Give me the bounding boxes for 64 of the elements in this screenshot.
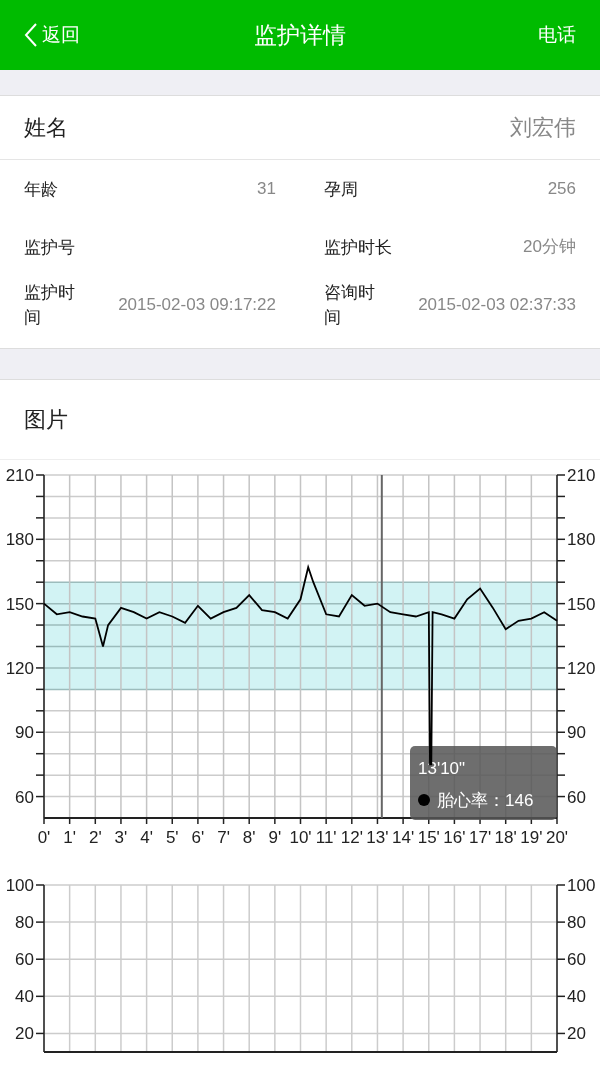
axis-label: 90 <box>15 723 34 743</box>
axis-label: 180 <box>5 530 34 550</box>
field-value: 2015-02-03 09:17:22 <box>118 294 276 317</box>
section-title: 图片 <box>24 406 68 434</box>
axis-label: 13' <box>366 828 389 847</box>
field-label: 监护号 <box>24 236 75 259</box>
axis-label: 40 <box>567 987 586 1007</box>
field-label: 孕周 <box>324 178 358 201</box>
field-label: 姓名 <box>24 114 68 142</box>
axis-label: 150 <box>5 594 34 614</box>
axis-label: 60 <box>15 787 34 807</box>
back-button[interactable]: 返回 <box>24 20 80 50</box>
field-value: 20分钟 <box>523 236 576 259</box>
axis-label: 0' <box>37 828 51 847</box>
back-chevron-icon <box>24 22 38 48</box>
series-dot-icon <box>418 793 430 806</box>
axis-label: 180 <box>567 530 596 550</box>
tooltip-time: 13'10" <box>418 758 466 778</box>
axis-label: 20 <box>15 1024 34 1044</box>
axis-label: 120 <box>567 658 596 678</box>
page-title: 监护详情 <box>254 20 346 50</box>
axis-label: 7' <box>217 828 230 847</box>
axis-label: 2' <box>88 828 102 847</box>
axis-label: 20' <box>545 828 569 847</box>
axis-label: 19' <box>520 828 543 847</box>
axis-label: 18' <box>494 828 517 847</box>
axis-label: 10' <box>289 828 312 847</box>
axis-label: 100 <box>5 876 34 895</box>
axis-label: 40 <box>15 987 34 1007</box>
axis-label: 60 <box>15 950 34 970</box>
axis-label: 20 <box>567 1024 586 1044</box>
field-label: 监护时长 <box>324 236 392 259</box>
axis-label: 60 <box>567 950 586 970</box>
axis-label: 16' <box>443 828 466 847</box>
axis-label: 5' <box>165 828 179 847</box>
tooltip-reading: 胎心率：146 <box>437 790 534 810</box>
field-value: 256 <box>547 178 576 201</box>
field-value: 31 <box>257 178 276 201</box>
axis-label: 210 <box>567 466 596 485</box>
axis-label: 3' <box>114 828 128 847</box>
axis-label: 17' <box>468 828 492 847</box>
axis-label: 210 <box>5 466 34 485</box>
axis-label: 150 <box>567 594 596 614</box>
field-label: 咨询时间 <box>324 282 376 329</box>
field-value: 2015-02-03 02:37:33 <box>418 294 576 317</box>
axis-label: 120 <box>5 658 34 678</box>
axis-label: 9' <box>268 828 282 847</box>
axis-label: 1' <box>63 828 76 847</box>
axis-label: 90 <box>567 723 586 743</box>
axis-label: 12' <box>340 828 363 847</box>
call-button[interactable]: 电话 <box>538 20 576 50</box>
axis-label: 14' <box>392 828 415 847</box>
axis-label: 8' <box>242 828 256 847</box>
axis-label: 60 <box>567 787 586 807</box>
axis-label: 80 <box>567 913 586 933</box>
field-value: 刘宏伟 <box>510 114 576 142</box>
axis-label: 11' <box>315 828 337 847</box>
axis-label: 6' <box>191 828 205 847</box>
axis-label: 80 <box>15 913 34 933</box>
axis-label: 15' <box>417 828 440 847</box>
axis-label: 100 <box>567 876 596 895</box>
axis-label: 4' <box>140 828 153 847</box>
field-label: 监护时间 <box>24 282 76 329</box>
field-label: 年龄 <box>24 178 58 201</box>
